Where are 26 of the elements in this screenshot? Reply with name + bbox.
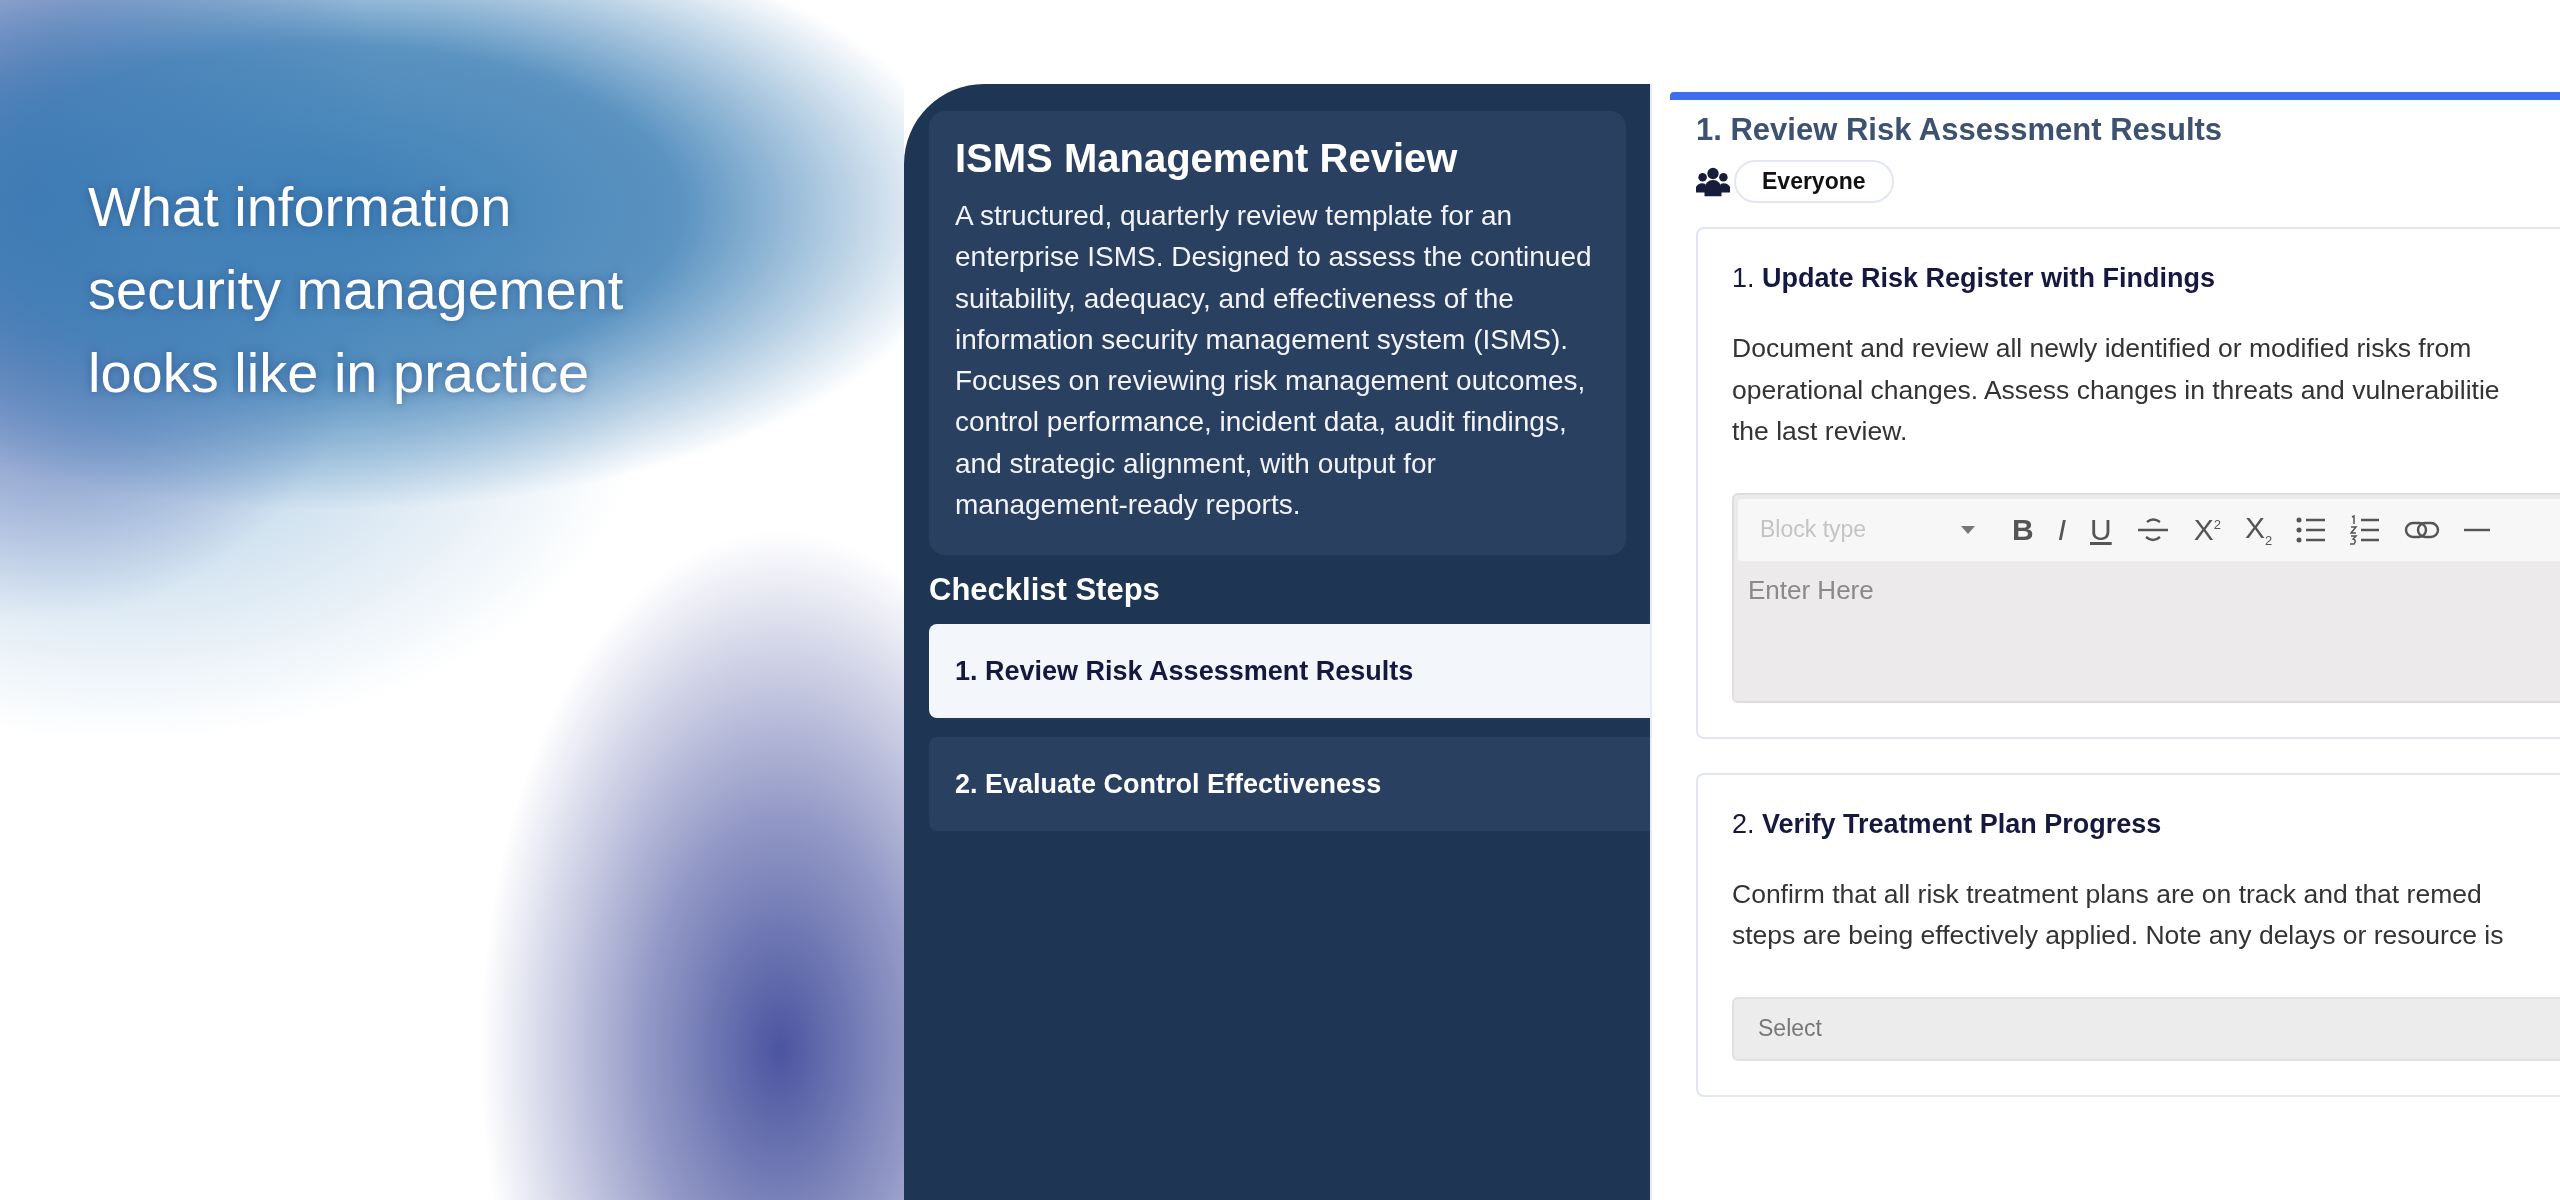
select-dropdown[interactable]: Select xyxy=(1732,996,2560,1061)
step-item[interactable]: 1. Review Risk Assessment Results xyxy=(929,624,1650,719)
steps-heading: Checklist Steps xyxy=(929,572,1161,609)
horizontal-rule-icon[interactable] xyxy=(2464,526,2491,533)
bullet-list-icon[interactable] xyxy=(2296,515,2327,544)
step-item[interactable]: 2. Evaluate Control Effectiveness xyxy=(929,737,1650,832)
assignee-tag: Everyone xyxy=(1734,160,1894,203)
format-button[interactable]: I xyxy=(2057,512,2066,547)
task-title: 1. Update Risk Register with Findings xyxy=(1732,263,2217,294)
task-title: 2. Verify Treatment Plan Progress xyxy=(1732,808,2163,840)
task-description-line: steps are being effectively applied. Note any delays or resource is xyxy=(1732,919,2505,952)
task-description-line: operational changes. Assess changes in threats and vulnerabilitie xyxy=(1732,373,2501,407)
caret-icon xyxy=(1960,524,1976,535)
task-description-line: Document and review all newly identified or modified risks from xyxy=(1732,332,2473,365)
template-title: ISMS Management Review xyxy=(955,136,1459,181)
task-description-line: Confirm that all risk treatment plans are on track and that remed xyxy=(1732,877,2483,911)
format-button[interactable]: B xyxy=(2012,512,2034,547)
format-button[interactable]: U xyxy=(2090,512,2112,547)
template-description: A structured, quarterly review template for an enterprise ISMS. Designed to assess the continued suitability, adequacy, and effectiveness of the information security management system (ISMS). Focuses on reviewing risk management outcomes, control performance, incident data, audit findings, and strategic alignment, with output for management-ready reports. xyxy=(955,199,1593,523)
format-button[interactable]: X$^{2}$ xyxy=(2193,512,2221,547)
numbered-list-icon[interactable] xyxy=(2350,514,2381,545)
step-heading: 1. Review Risk Assessment Results xyxy=(1696,112,2224,148)
headline: What information security management looks like in practice xyxy=(88,174,625,406)
editor-placeholder: Enter Here xyxy=(1747,573,1875,606)
format-button[interactable]: X$_{2}$ xyxy=(2244,511,2273,548)
task-description-line: the last review. xyxy=(1732,415,1909,448)
